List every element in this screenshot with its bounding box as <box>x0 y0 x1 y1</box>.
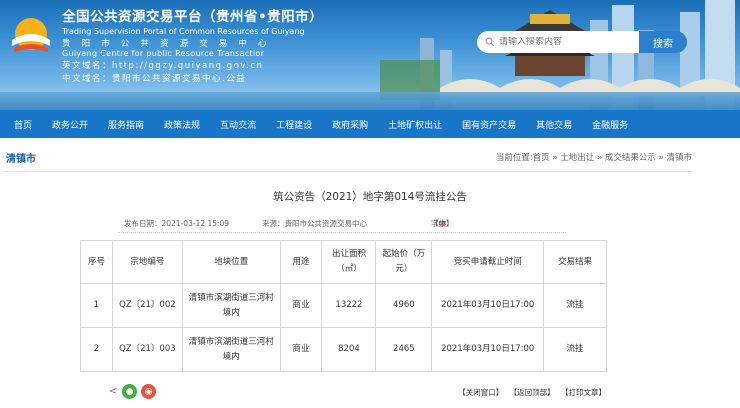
font-large-button[interactable]: 【大】 <box>431 218 454 229</box>
result-table: 序号 宗地编号 地块位置 用途 出让面积（㎡） 起始价（万元） 竞买申请截止时间… <box>80 240 607 372</box>
search-box <box>477 31 639 53</box>
nav-policies[interactable]: 政策法规 <box>154 118 210 131</box>
wechat-share-icon[interactable]: ● <box>122 384 137 399</box>
domain-cn: 中文域名：贵阳市公共资源交易中心.公益 <box>62 74 247 84</box>
main-nav: 首页 政务公开 服务指南 政策法规 互动交流 工程建设 政府采购 土地矿权出让 … <box>0 110 740 138</box>
table-cell: 13222 <box>321 283 377 328</box>
table-cell: 2021年03月10日17:00 <box>431 283 545 328</box>
table-cell: 2 <box>80 327 113 372</box>
site-title-en: Trading Supervision Portal of Common Res… <box>62 27 305 36</box>
nav-home[interactable]: 首页 <box>0 118 42 131</box>
site-title: 全国公共资源交易平台（贵州省•贵阳市） <box>62 9 324 25</box>
share-bar: < ● ◉ <box>108 384 156 399</box>
article-tools: 【关闭窗口】 【返回顶部】 【打印文章】 <box>454 387 606 398</box>
table-cell: QZ〔21〕003 <box>111 327 183 372</box>
table-cell: 清镇市滨湖街道三河村境内 <box>181 327 281 372</box>
table-cell: 2465 <box>375 327 433 372</box>
center-name-en: Guiyang Centre for public Resource Trans… <box>62 49 265 58</box>
nav-finance[interactable]: 金融服务 <box>582 118 638 131</box>
nav-land-mineral[interactable]: 土地矿权出让 <box>378 118 452 131</box>
col-header: 宗地编号 <box>111 240 183 284</box>
search-bar: 搜索 <box>477 31 687 53</box>
col-header: 出让面积（㎡） <box>321 240 377 284</box>
header-banner: 全国公共资源交易平台（贵州省•贵阳市） Trading Supervision … <box>0 0 740 110</box>
nav-service-guide[interactable]: 服务指南 <box>98 118 154 131</box>
river-decoration <box>0 92 740 110</box>
table-cell: 8204 <box>321 327 377 372</box>
article-source: 来源：贵阳市公共资源交易中心 <box>262 219 367 228</box>
breadcrumb[interactable]: 当前位置:首页 » 土地出让 » 成交结果公示 » 清镇市 <box>496 151 692 163</box>
col-header: 用途 <box>279 240 323 284</box>
table-cell: 2021年03月10日17:00 <box>431 327 545 372</box>
col-header: 地块位置 <box>181 240 281 284</box>
table-cell: 流挂 <box>543 327 607 372</box>
meta-divider <box>118 232 566 233</box>
center-name: 贵 阳 市 公 共 资 源 交 易 中 心 <box>62 39 271 49</box>
section-title: 清镇市 <box>6 154 36 165</box>
table-cell: 1 <box>80 283 113 328</box>
print-article-link[interactable]: 【打印文章】 <box>561 388 606 397</box>
table-cell: 商业 <box>279 327 323 372</box>
table-row: 2 QZ〔21〕003 清镇市滨湖街道三河村境内 商业 8204 2465 20… <box>80 327 607 372</box>
location-bar: 清镇市 当前位置:首页 » 土地出让 » 成交结果公示 » 清镇市 <box>4 142 692 172</box>
brand-block: 全国公共资源交易平台（贵州省•贵阳市） Trading Supervision … <box>62 5 323 84</box>
nav-procurement[interactable]: 政府采购 <box>322 118 378 131</box>
back-to-top-link[interactable]: 【返回顶部】 <box>510 388 555 397</box>
nav-other-trade[interactable]: 其他交易 <box>526 118 582 131</box>
search-button[interactable]: 搜索 <box>639 31 687 53</box>
search-icon <box>485 37 495 47</box>
weibo-share-icon[interactable]: ◉ <box>141 384 156 399</box>
table-cell: 4960 <box>375 283 433 328</box>
article-title: 筑公资告（2021）地字第014号流挂公告 <box>273 191 467 203</box>
domain-en: 英文域名：http://ggzy.guiyang.gov.cn <box>62 61 264 71</box>
nav-gov-affairs[interactable]: 政务公开 <box>42 118 98 131</box>
table-header-row: 序号 宗地编号 地块位置 用途 出让面积（㎡） 起始价（万元） 竞买申请截止时间… <box>80 240 607 284</box>
col-header: 序号 <box>80 240 113 284</box>
nav-engineering[interactable]: 工程建设 <box>266 118 322 131</box>
col-header: 竞买申请截止时间 <box>431 240 545 284</box>
table-cell: 商业 <box>279 283 323 328</box>
nav-state-assets[interactable]: 国有资产交易 <box>452 118 526 131</box>
table-cell: 流挂 <box>543 283 607 328</box>
table-cell: 清镇市滨湖街道三河村境内 <box>181 283 281 328</box>
platform-logo-icon <box>12 18 50 52</box>
table-cell: QZ〔21〕002 <box>111 283 183 328</box>
search-input[interactable] <box>499 37 639 47</box>
share-icon[interactable]: < <box>108 384 118 399</box>
table-row: 1 QZ〔21〕002 清镇市滨湖街道三河村境内 商业 13222 4960 2… <box>80 283 607 328</box>
publish-date: 发布日期：2021-03-12 15:09 <box>124 219 230 228</box>
close-window-link[interactable]: 【关闭窗口】 <box>458 388 503 397</box>
col-header: 交易结果 <box>543 240 607 284</box>
nav-interaction[interactable]: 互动交流 <box>210 118 266 131</box>
col-header: 起始价（万元） <box>375 240 433 284</box>
